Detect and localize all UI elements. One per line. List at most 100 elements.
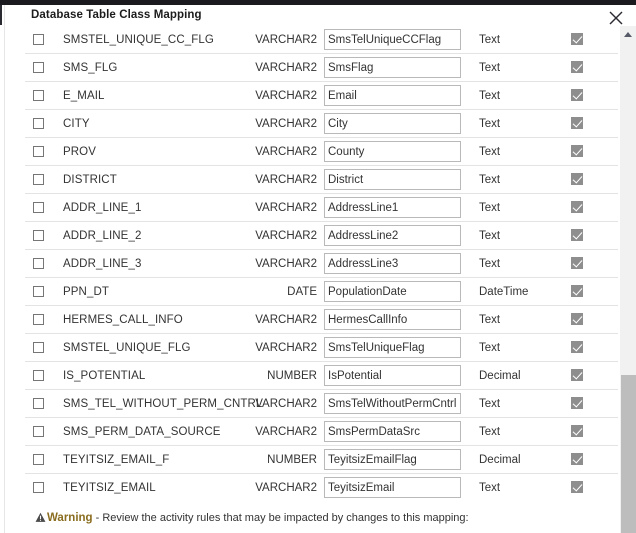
attribute-name-input[interactable] bbox=[324, 197, 461, 218]
enabled-flag-cell bbox=[549, 305, 618, 334]
row-select-checkbox[interactable] bbox=[33, 397, 44, 409]
row-select-checkbox[interactable] bbox=[33, 89, 44, 101]
db-column-name-cell: SMS_TEL_WITHOUT_PERM_CNTRL bbox=[63, 389, 262, 418]
enabled-flag-checkbox[interactable] bbox=[571, 201, 583, 214]
attribute-name-input[interactable] bbox=[324, 141, 461, 162]
row-select-checkbox[interactable] bbox=[33, 257, 44, 269]
chevron-up-icon[interactable] bbox=[620, 26, 636, 43]
row-select-cell bbox=[25, 473, 63, 498]
enabled-flag-checkbox[interactable] bbox=[571, 61, 583, 74]
vertical-scrollbar[interactable] bbox=[619, 26, 636, 533]
enabled-flag-checkbox[interactable] bbox=[571, 89, 583, 102]
db-type-cell: VARCHAR2 bbox=[255, 26, 321, 54]
attribute-name-cell bbox=[321, 165, 470, 194]
db-column-name: PROV bbox=[63, 145, 96, 158]
row-select-checkbox[interactable] bbox=[33, 61, 44, 73]
data-type-cell: Text bbox=[470, 305, 549, 334]
row-select-checkbox[interactable] bbox=[33, 173, 44, 185]
scrollbar-thumb[interactable] bbox=[621, 375, 636, 533]
enabled-flag-checkbox[interactable] bbox=[571, 481, 583, 494]
attribute-name-input[interactable] bbox=[324, 85, 461, 106]
enabled-flag-checkbox[interactable] bbox=[571, 257, 583, 270]
row-select-cell bbox=[25, 417, 63, 446]
database-table-class-mapping-dialog: Database Table Class Mapping SMSTEL_UNIQ… bbox=[0, 0, 636, 533]
attribute-name-input[interactable] bbox=[324, 421, 461, 442]
attribute-name-input[interactable] bbox=[324, 393, 461, 414]
scrollbar-track[interactable] bbox=[620, 43, 636, 375]
enabled-flag-cell bbox=[549, 26, 618, 54]
data-type-cell: Text bbox=[470, 81, 549, 110]
enabled-flag-checkbox[interactable] bbox=[571, 229, 583, 242]
enabled-flag-checkbox[interactable] bbox=[571, 341, 583, 354]
row-select-checkbox[interactable] bbox=[33, 229, 44, 241]
db-column-name-cell: E_MAIL bbox=[63, 81, 255, 110]
row-select-cell bbox=[25, 221, 63, 250]
row-select-cell bbox=[25, 109, 63, 138]
attribute-name-input[interactable] bbox=[324, 113, 461, 134]
row-select-checkbox[interactable] bbox=[33, 145, 44, 157]
row-select-checkbox[interactable] bbox=[33, 341, 44, 353]
row-select-cell bbox=[25, 277, 63, 306]
attribute-name-cell bbox=[321, 249, 470, 278]
enabled-flag-checkbox[interactable] bbox=[571, 313, 583, 326]
table-row: SMS_PERM_DATA_SOURCE VARCHAR2 Text bbox=[25, 417, 618, 446]
attribute-name-input[interactable] bbox=[324, 225, 461, 246]
attribute-name-input[interactable] bbox=[324, 57, 461, 78]
enabled-flag-checkbox[interactable] bbox=[571, 425, 583, 438]
db-column-name: HERMES_CALL_INFO bbox=[63, 313, 183, 326]
db-column-name: ADDR_LINE_2 bbox=[63, 229, 142, 242]
table-row: ADDR_LINE_2 VARCHAR2 Text bbox=[25, 221, 618, 250]
enabled-flag-checkbox[interactable] bbox=[571, 145, 583, 158]
enabled-flag-checkbox[interactable] bbox=[571, 173, 583, 186]
row-select-checkbox[interactable] bbox=[33, 425, 44, 437]
enabled-flag-checkbox[interactable] bbox=[571, 453, 583, 466]
row-select-cell bbox=[25, 389, 63, 418]
data-type-label: Text bbox=[479, 341, 501, 354]
row-select-checkbox[interactable] bbox=[33, 453, 44, 465]
data-type-label: Decimal bbox=[479, 453, 521, 466]
db-type-cell: VARCHAR2 bbox=[255, 417, 321, 446]
table-row: E_MAIL VARCHAR2 Text bbox=[25, 81, 618, 110]
data-type-label: Text bbox=[479, 145, 501, 158]
db-type: VARCHAR2 bbox=[255, 341, 317, 354]
row-select-checkbox[interactable] bbox=[33, 201, 44, 213]
data-type-label: Text bbox=[479, 397, 501, 410]
row-select-checkbox[interactable] bbox=[33, 313, 44, 325]
row-select-checkbox[interactable] bbox=[33, 33, 44, 45]
attribute-name-input[interactable] bbox=[324, 169, 461, 190]
enabled-flag-cell bbox=[549, 137, 618, 166]
attribute-name-input[interactable] bbox=[324, 29, 461, 50]
attribute-name-input[interactable] bbox=[324, 281, 461, 302]
row-select-checkbox[interactable] bbox=[33, 117, 44, 129]
attribute-name-input[interactable] bbox=[324, 477, 461, 498]
enabled-flag-checkbox[interactable] bbox=[571, 397, 583, 410]
table-row: CITY VARCHAR2 Text bbox=[25, 109, 618, 138]
data-type-cell: Text bbox=[470, 221, 549, 250]
enabled-flag-cell bbox=[549, 53, 618, 82]
attribute-name-input[interactable] bbox=[324, 337, 461, 358]
table-row: PROV VARCHAR2 Text bbox=[25, 137, 618, 166]
attribute-name-input[interactable] bbox=[324, 449, 461, 470]
data-type-label: Text bbox=[479, 481, 501, 494]
row-select-cell bbox=[25, 137, 63, 166]
row-select-cell bbox=[25, 81, 63, 110]
data-type-label: Text bbox=[479, 61, 501, 74]
enabled-flag-checkbox[interactable] bbox=[571, 117, 583, 130]
row-select-checkbox[interactable] bbox=[33, 285, 44, 297]
row-select-checkbox[interactable] bbox=[33, 369, 44, 381]
enabled-flag-checkbox[interactable] bbox=[571, 285, 583, 298]
enabled-flag-cell bbox=[549, 473, 618, 498]
attribute-name-input[interactable] bbox=[324, 309, 461, 330]
row-select-cell bbox=[25, 361, 63, 390]
row-select-checkbox[interactable] bbox=[33, 481, 44, 493]
db-type: NUMBER bbox=[267, 369, 317, 382]
attribute-name-cell bbox=[321, 53, 470, 82]
db-type-cell: VARCHAR2 bbox=[255, 473, 321, 498]
attribute-name-input[interactable] bbox=[324, 253, 461, 274]
attribute-name-cell bbox=[321, 109, 470, 138]
data-type-label: Text bbox=[479, 89, 501, 102]
enabled-flag-checkbox[interactable] bbox=[571, 369, 583, 382]
data-type-cell: Text bbox=[470, 109, 549, 138]
enabled-flag-checkbox[interactable] bbox=[571, 33, 583, 46]
attribute-name-input[interactable] bbox=[324, 365, 461, 386]
